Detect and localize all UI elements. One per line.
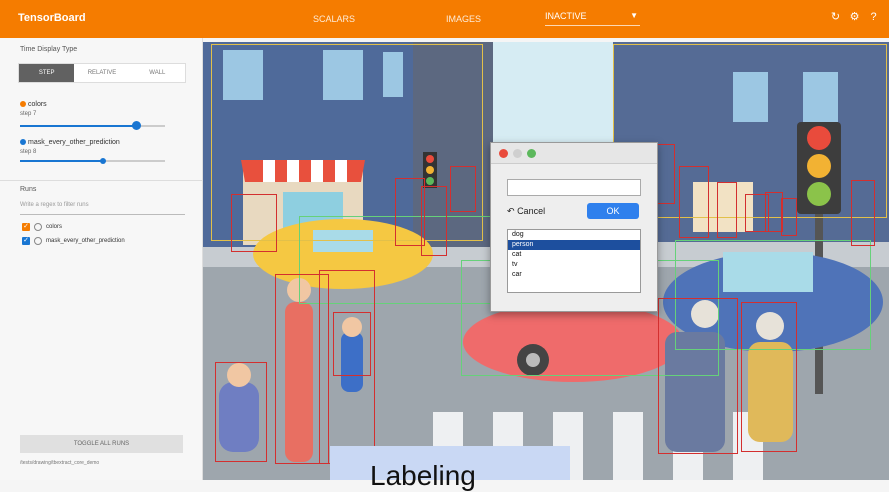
caption-overlay: Labeling	[330, 446, 570, 491]
slider-knob[interactable]	[100, 158, 106, 164]
tab-scalars[interactable]: SCALARS	[313, 14, 355, 24]
step-slider-mask[interactable]	[20, 158, 165, 164]
sidebar: Time Display Type STEP RELATIVE WALL col…	[0, 38, 203, 480]
undo-arrow-icon: ↶	[507, 206, 515, 216]
detection-box	[741, 302, 797, 452]
checkbox-checked-icon[interactable]: ✓	[22, 223, 30, 231]
checkbox-checked-icon[interactable]: ✓	[22, 237, 30, 245]
detection-box	[231, 194, 277, 252]
time-relative-button[interactable]: RELATIVE	[74, 64, 129, 82]
dialog-titlebar	[491, 143, 657, 164]
run-row-mask[interactable]: ✓ mask_every_other_prediction	[22, 237, 125, 245]
divider	[0, 180, 202, 181]
help-icon[interactable]: ?	[867, 11, 880, 24]
caption-text: Labeling	[370, 460, 476, 491]
label-list[interactable]: dog person cat tv car	[507, 229, 641, 293]
list-item[interactable]: dog	[508, 230, 640, 240]
detection-box	[851, 180, 875, 246]
slider-knob[interactable]	[132, 121, 141, 130]
label-input[interactable]	[507, 179, 641, 196]
run-colors-label: colors	[20, 101, 47, 108]
log-directory: /tests/drawing/tbextract_core_demo	[20, 460, 100, 466]
list-item[interactable]: car	[508, 270, 640, 280]
label-dialog: ↶ Cancel OK dog person cat tv car	[490, 142, 658, 312]
time-step-button[interactable]: STEP	[19, 64, 75, 82]
refresh-icon[interactable]: ↻	[829, 11, 842, 24]
detection-box	[215, 362, 267, 462]
time-display-title: Time Display Type	[20, 46, 78, 53]
dropdown-value: INACTIVE	[545, 11, 587, 21]
ok-button[interactable]: OK	[587, 203, 639, 219]
minimize-window-icon[interactable]	[513, 149, 522, 158]
detection-box	[450, 166, 476, 212]
detection-box	[679, 166, 709, 238]
toggle-all-runs-button[interactable]: TOGGLE ALL RUNS	[20, 435, 183, 453]
list-item[interactable]: cat	[508, 250, 640, 260]
cancel-button[interactable]: ↶ Cancel	[507, 203, 567, 219]
radio-icon	[34, 237, 42, 245]
maximize-window-icon[interactable]	[527, 149, 536, 158]
detection-box	[655, 144, 675, 204]
time-display-toggle: STEP RELATIVE WALL	[18, 63, 186, 83]
top-bar: TensorBoard SCALARS IMAGES INACTIVE ▼ ↻ …	[0, 0, 889, 38]
chevron-down-icon: ▼	[630, 11, 638, 20]
tab-images[interactable]: IMAGES	[446, 14, 481, 24]
list-item[interactable]: tv	[508, 260, 640, 270]
inactive-dropdown[interactable]: INACTIVE ▼	[545, 11, 640, 26]
step-slider-colors[interactable]	[20, 121, 165, 130]
run-color-dot	[20, 101, 26, 108]
detection-box	[421, 186, 447, 256]
radio-icon	[34, 223, 42, 231]
detection-box	[717, 182, 737, 238]
list-item-selected[interactable]: person	[508, 240, 640, 250]
run-filter-input[interactable]: Write a regex to filter runs	[20, 202, 185, 215]
close-window-icon[interactable]	[499, 149, 508, 158]
detection-box	[781, 198, 797, 236]
runs-title: Runs	[20, 186, 37, 193]
run-mask-step: step 8	[20, 149, 37, 155]
gear-icon[interactable]: ⚙	[848, 11, 861, 24]
time-wall-button[interactable]: WALL	[130, 64, 185, 82]
app-title: TensorBoard	[18, 12, 86, 24]
run-colors-step: step 7	[20, 111, 37, 117]
run-color-dot	[20, 139, 26, 146]
detection-box	[658, 298, 738, 454]
run-row-colors[interactable]: ✓ colors	[22, 223, 62, 231]
run-mask-label: mask_every_other_prediction	[20, 139, 120, 146]
detection-box	[333, 312, 371, 376]
